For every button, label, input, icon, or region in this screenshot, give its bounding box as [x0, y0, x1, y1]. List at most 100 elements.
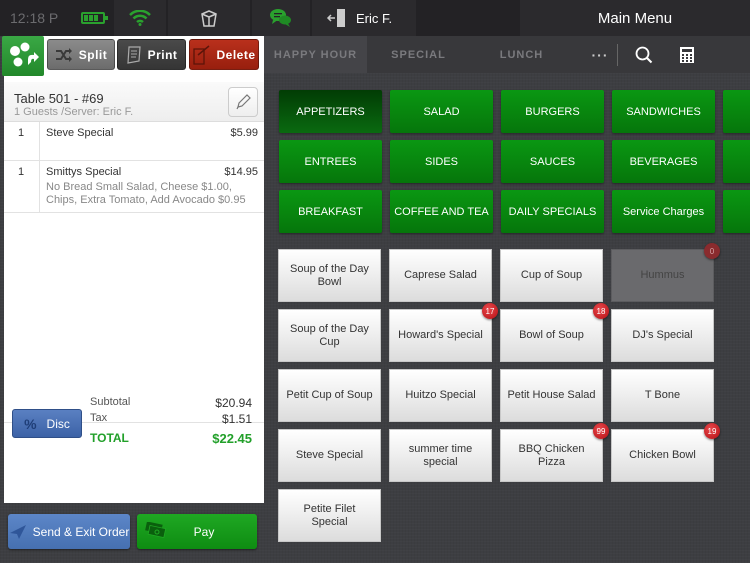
count-badge: 17 [482, 303, 498, 319]
split-button[interactable]: Split [47, 39, 115, 70]
category-button[interactable] [723, 140, 750, 183]
menu-item-label: Petit Cup of Soup [286, 389, 373, 401]
category-button[interactable]: SALAD [390, 90, 493, 133]
takeout-button[interactable] [168, 0, 250, 36]
category-button[interactable]: S [723, 190, 750, 233]
count-badge: 19 [704, 423, 720, 439]
receipt-icon [126, 45, 141, 64]
menu-item-label: Soup of the Day Cup [290, 322, 369, 348]
app-logo-icon [10, 42, 39, 67]
menu-item-button[interactable]: Hummus 0 [611, 243, 720, 302]
category-button[interactable]: APPETIZERS [279, 90, 382, 133]
category-button[interactable]: ENTREES [279, 140, 382, 183]
menu-item-label: Cup of Soup [520, 269, 583, 281]
order-lines: 1 Steve Special $5.99 1 Smittys Special … [4, 122, 264, 213]
delete-receipt-icon [193, 44, 210, 65]
order-line[interactable]: 1 Smittys Special $14.95 No Bread Small … [4, 161, 264, 213]
tab-happy-hour[interactable]: HAPPY HOUR [264, 36, 367, 73]
takeout-box-icon [201, 10, 217, 27]
tab-lunch[interactable]: LUNCH [470, 36, 573, 73]
receipt-edge [4, 499, 264, 507]
status-bar: 12:18 P Eric F. Main Menu [0, 0, 750, 36]
menu-item-button[interactable]: Howard's Special 17 [389, 303, 498, 362]
category-button[interactable]: BURGERS [501, 90, 604, 133]
calculator-button[interactable] [674, 36, 700, 73]
calculator-icon [680, 46, 694, 63]
menu-item-button[interactable]: Huitzo Special [389, 369, 492, 422]
category-button[interactable]: BEVERAGES [612, 140, 715, 183]
menu-item-button[interactable]: Soup of the Day Cup [278, 309, 381, 362]
chat-button[interactable] [252, 0, 310, 36]
menu-item-label: Petit House Salad [507, 389, 596, 401]
wifi-button[interactable] [114, 0, 166, 36]
order-line[interactable]: 1 Steve Special $5.99 [4, 122, 264, 161]
menu-item-label: Bowl of Soup [519, 329, 584, 341]
menu-item-label: Petite Filet Special [303, 502, 356, 528]
menu-tabs: HAPPY HOUR SPECIAL LUNCH ··· [264, 36, 750, 73]
pencil-icon [236, 94, 251, 110]
menu-item-button[interactable]: DJ's Special [611, 309, 714, 362]
ticket-toolbar: Split Print Delete [2, 36, 264, 82]
menu-item-label: BBQ Chicken Pizza [518, 442, 585, 468]
orders-button[interactable] [2, 36, 44, 76]
menu-item-button[interactable]: Steve Special [278, 429, 381, 482]
menu-item-label: DJ's Special [632, 329, 693, 341]
menu-item-button[interactable]: Soup of the Day Bowl [278, 249, 381, 302]
line-price: $14.95 [224, 166, 258, 178]
category-button[interactable]: DAILY SPECIALS [501, 190, 604, 233]
menu-item-button[interactable]: Petit House Salad [500, 369, 603, 422]
menu-item-label: Steve Special [295, 449, 364, 461]
more-tabs-button[interactable]: ··· [588, 36, 612, 73]
category-button[interactable]: COFFEE AND TEA [390, 190, 493, 233]
percent-icon: % [24, 415, 37, 432]
user-name: Eric F. [356, 10, 393, 26]
delete-button[interactable]: Delete [189, 39, 259, 70]
menu-item-button[interactable]: Petit Cup of Soup [278, 369, 381, 422]
discount-button[interactable]: % Disc [12, 409, 82, 438]
discount-label: Disc [46, 416, 70, 431]
pay-button[interactable]: Pay [137, 514, 257, 549]
edit-ticket-button[interactable] [228, 87, 258, 117]
count-badge: 0 [704, 243, 720, 259]
line-name: Steve Special [46, 127, 114, 139]
category-button[interactable]: SANDWICHES [612, 90, 715, 133]
menu-item-button[interactable]: Cup of Soup [500, 249, 603, 302]
menu-item-button[interactable]: BBQ Chicken Pizza 99 [500, 423, 609, 482]
line-price: $5.99 [230, 127, 258, 139]
modifier-text: No Bread Small Salad, Cheese $1.00, [46, 181, 232, 193]
category-button[interactable] [723, 90, 750, 133]
menu-item-label: summer time special [408, 442, 473, 468]
logout-button[interactable]: Eric F. [312, 0, 416, 36]
split-label: Split [78, 47, 108, 62]
page-title: Main Menu [520, 0, 750, 36]
clock: 12:18 P [10, 10, 59, 26]
menu-item-button[interactable]: Bowl of Soup 18 [500, 303, 609, 362]
line-modifiers: No Bread Small Salad, Cheese $1.00, Chip… [46, 181, 258, 207]
tax-row: Tax $1.51 [90, 412, 252, 428]
print-button[interactable]: Print [117, 39, 186, 70]
tab-special[interactable]: SPECIAL [367, 36, 470, 73]
menu-item-button[interactable]: summer time special [389, 429, 492, 482]
menu-item-label: Caprese Salad [404, 269, 477, 281]
send-exit-button[interactable]: Send & Exit Order [8, 514, 130, 549]
line-qty: 1 [4, 161, 40, 212]
line-qty: 1 [4, 122, 40, 160]
search-button[interactable] [630, 36, 658, 73]
split-arrows-icon [55, 47, 72, 62]
ticket-header: Table 501 - #69 1 Guests /Server: Eric F… [4, 82, 264, 122]
menu-item-button[interactable]: Caprese Salad [389, 249, 492, 302]
menu-item-button[interactable]: Chicken Bowl 19 [611, 423, 720, 482]
delete-label: Delete [216, 47, 256, 62]
search-icon [635, 46, 653, 63]
menu-item-button[interactable]: T Bone [611, 369, 714, 422]
menu-item-label: Soup of the Day Bowl [290, 262, 369, 288]
total-row: TOTAL $22.45 [90, 431, 252, 447]
category-button[interactable]: SAUCES [501, 140, 604, 183]
menu-item-label: Chicken Bowl [629, 449, 696, 461]
total-label: TOTAL [90, 431, 129, 445]
divider [617, 44, 618, 66]
category-button[interactable]: SIDES [390, 140, 493, 183]
category-button[interactable]: BREAKFAST [279, 190, 382, 233]
menu-item-button[interactable]: Petite Filet Special [278, 489, 381, 542]
category-button[interactable]: Service Charges [612, 190, 715, 233]
